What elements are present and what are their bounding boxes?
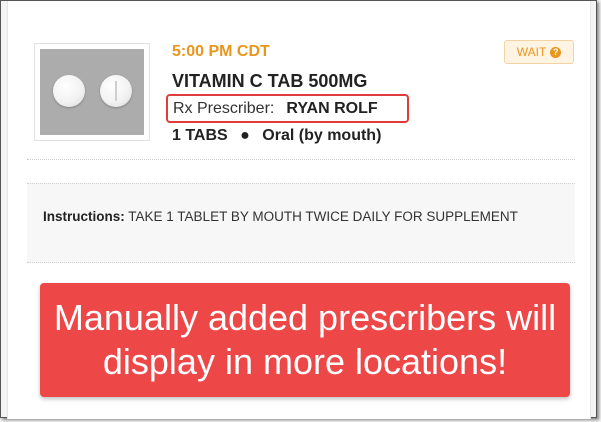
separator-dot: ●: [240, 127, 250, 144]
question-circle-icon[interactable]: ?: [550, 46, 562, 58]
dose-time: 5:00 PM CDT: [172, 43, 270, 60]
drug-name: VITAMIN C TAB 500MG: [172, 71, 368, 91]
instructions-text: TAKE 1 TABLET BY MOUTH TWICE DAILY FOR S…: [128, 209, 518, 224]
prescriber-highlight: Rx Prescriber: RYAN ROLF: [166, 94, 409, 123]
dose-quantity: 1 TABS: [172, 127, 228, 144]
dose-route: Oral (by mouth): [262, 127, 382, 144]
medication-image: [34, 43, 150, 141]
wait-button[interactable]: WAIT ?: [504, 40, 574, 64]
announcement-text: Manually added prescribers will display …: [53, 297, 557, 382]
pill-icon: [100, 75, 132, 107]
prescriber-name: RYAN ROLF: [286, 99, 378, 117]
pill-icon: [53, 75, 85, 107]
instructions-label: Instructions:: [43, 209, 125, 224]
announcement-banner: Manually added prescribers will display …: [40, 283, 570, 397]
divider: [27, 159, 575, 160]
medication-card: 5:00 PM CDT WAIT ? VITAMIN C TAB 500MG R…: [7, 1, 591, 419]
dose-details: 1 TABS ● Oral (by mouth): [172, 127, 381, 145]
prescriber-label: Rx Prescriber:: [173, 99, 275, 117]
pill-photo: [40, 49, 144, 135]
wait-button-label: WAIT: [516, 45, 547, 59]
instructions-panel: Instructions: TAKE 1 TABLET BY MOUTH TWI…: [27, 183, 575, 263]
screenshot-frame: 5:00 PM CDT WAIT ? VITAMIN C TAB 500MG R…: [0, 0, 597, 419]
